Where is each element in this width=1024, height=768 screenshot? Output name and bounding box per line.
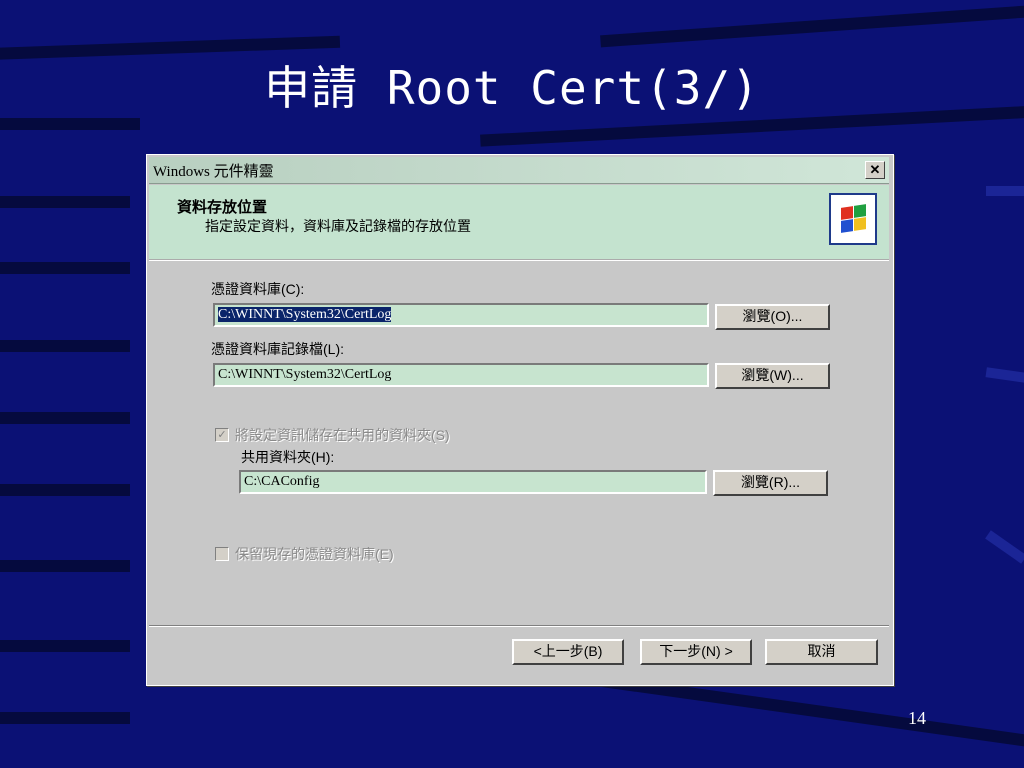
page-number: 14 [908,708,926,728]
next-button[interactable]: 下一步(N) > [640,639,752,665]
header-title: 資料存放位置 [177,199,268,216]
title-bar: Windows 元件精靈 ✕ [149,157,889,184]
db-label: 憑證資料庫(C): [211,281,305,297]
log-label: 憑證資料庫記錄檔(L): [211,341,344,357]
db-path-input[interactable]: C:\WINNT\System32\CertLog [213,303,709,327]
slide-title: 申請 Root Cert(3/) [264,61,760,115]
log-path-input[interactable]: C:\WINNT\System32\CertLog [213,363,709,387]
back-button[interactable]: <上一步(B) [512,639,624,665]
log-browse-button[interactable]: 瀏覽(W)... [715,363,830,389]
keep-db-label: 保留現存的憑證資料庫(E) [235,546,394,562]
window-title: Windows 元件精靈 [153,164,274,180]
windows-wizard-icon [829,193,877,245]
close-icon: ✕ [869,162,881,177]
shared-folder-checkbox-label: 將設定資訊儲存在共用的資料夾(S) [235,427,450,443]
shared-folder-checkbox[interactable]: ✓ [215,428,229,442]
cancel-button[interactable]: 取消 [765,639,878,665]
shared-folder-input[interactable]: C:\CAConfig [239,470,707,494]
shared-folder-label: 共用資料夾(H): [241,449,335,465]
shared-browse-button[interactable]: 瀏覽(R)... [713,470,828,496]
db-path-value: C:\WINNT\System32\CertLog [218,307,392,322]
footer-divider [149,625,889,627]
db-browse-button[interactable]: 瀏覽(O)... [715,304,830,330]
wizard-dialog: Windows 元件精靈 ✕ 資料存放位置 指定設定資料，資料庫及記錄檔的存放位… [146,154,894,686]
keep-db-checkbox[interactable] [215,547,229,561]
checkmark-icon: ✓ [217,429,227,441]
wizard-header: 資料存放位置 指定設定資料，資料庫及記錄檔的存放位置 [149,185,889,261]
close-button[interactable]: ✕ [865,161,885,179]
header-subtitle: 指定設定資料，資料庫及記錄檔的存放位置 [205,218,471,234]
